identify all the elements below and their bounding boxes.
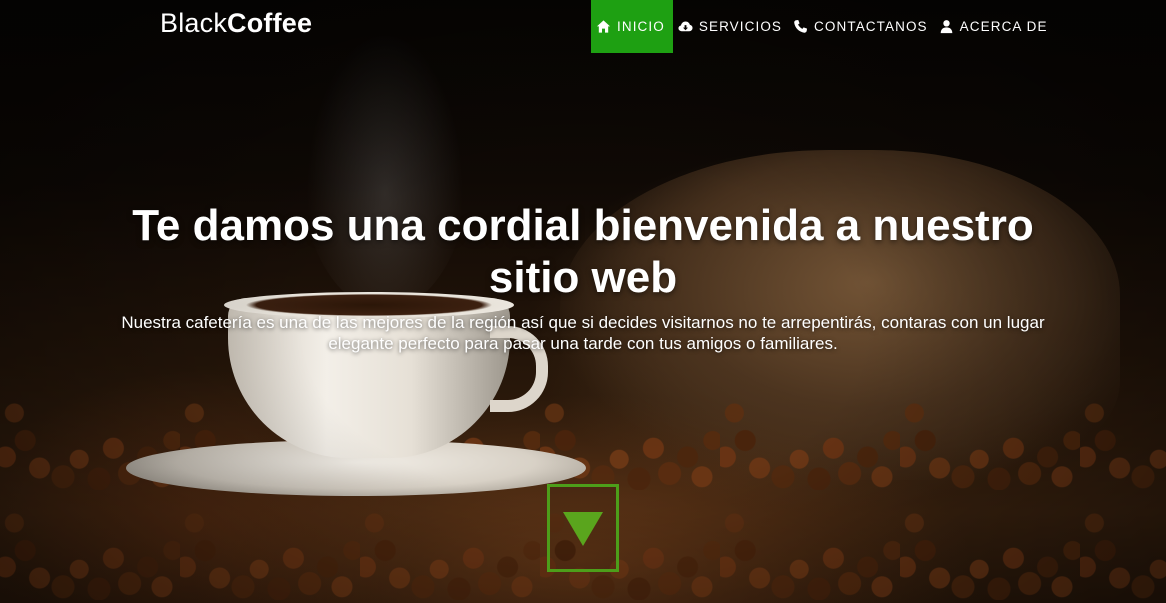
- nav-item-inicio[interactable]: Inicio: [591, 0, 673, 53]
- brand-logo[interactable]: BlackCoffee: [160, 8, 312, 39]
- triangle-down-icon: [561, 508, 605, 548]
- brand-name-bold: Coffee: [227, 8, 313, 38]
- phone-icon: [793, 19, 808, 34]
- brand-name-light: Black: [160, 8, 228, 38]
- hero-description: Nuestra cafetería es una de las mejores …: [121, 313, 1045, 353]
- navbar: BlackCoffee Inicio Servicios Contactanos: [0, 0, 1166, 53]
- user-icon: [939, 19, 954, 34]
- saucer-decoration: [126, 440, 586, 496]
- scroll-down-button[interactable]: [547, 484, 619, 572]
- nav-item-label: Inicio: [617, 19, 665, 34]
- nav-item-acerca-de[interactable]: Acerca de: [934, 0, 1054, 53]
- hero-section: BlackCoffee Inicio Servicios Contactanos: [0, 0, 1166, 603]
- nav-item-label: Servicios: [698, 19, 783, 34]
- nav-item-servicios[interactable]: Servicios: [673, 0, 788, 53]
- main-nav: Inicio Servicios Contactanos Acerca de: [591, 0, 1054, 53]
- home-icon: [596, 19, 611, 34]
- cloud-download-icon: [678, 19, 693, 34]
- nav-item-contactanos[interactable]: Contactanos: [788, 0, 934, 53]
- nav-item-label: Acerca de: [959, 19, 1048, 34]
- hero-title: Te damos una cordial bienvenida a nuestr…: [132, 201, 1034, 302]
- nav-item-label: Contactanos: [814, 19, 928, 34]
